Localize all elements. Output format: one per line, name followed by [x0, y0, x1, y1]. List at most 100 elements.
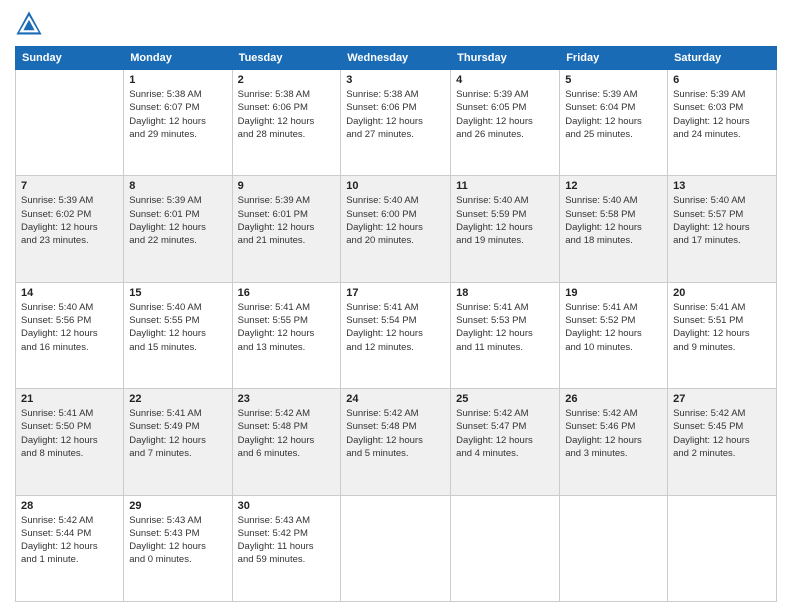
day-number: 6 [673, 74, 771, 86]
day-number: 13 [673, 180, 771, 192]
day-number: 21 [21, 393, 118, 405]
table-cell: 2 Sunrise: 5:38 AM Sunset: 6:06 PM Daylig… [232, 70, 341, 176]
day-info: Sunrise: 5:42 AM Sunset: 5:44 PM Dayligh… [21, 514, 118, 567]
day-number: 3 [346, 74, 445, 86]
day-info: Sunrise: 5:43 AM Sunset: 5:43 PM Dayligh… [129, 514, 226, 567]
day-number: 20 [673, 287, 771, 299]
day-info: Sunrise: 5:41 AM Sunset: 5:54 PM Dayligh… [346, 301, 445, 354]
day-number: 2 [238, 74, 336, 86]
day-info: Sunrise: 5:39 AM Sunset: 6:01 PM Dayligh… [238, 194, 336, 247]
day-info: Sunrise: 5:43 AM Sunset: 5:42 PM Dayligh… [238, 514, 336, 567]
day-info: Sunrise: 5:40 AM Sunset: 5:55 PM Dayligh… [129, 301, 226, 354]
table-cell [16, 70, 124, 176]
day-number: 16 [238, 287, 336, 299]
header-tuesday: Tuesday [232, 47, 341, 70]
day-info: Sunrise: 5:42 AM Sunset: 5:48 PM Dayligh… [238, 407, 336, 460]
table-cell: 29 Sunrise: 5:43 AM Sunset: 5:43 PM Dayli… [124, 495, 232, 601]
table-cell: 12 Sunrise: 5:40 AM Sunset: 5:58 PM Dayli… [560, 176, 668, 282]
day-number: 29 [129, 500, 226, 512]
day-number: 27 [673, 393, 771, 405]
day-number: 5 [565, 74, 662, 86]
day-number: 1 [129, 74, 226, 86]
day-info: Sunrise: 5:40 AM Sunset: 5:56 PM Dayligh… [21, 301, 118, 354]
table-cell: 5 Sunrise: 5:39 AM Sunset: 6:04 PM Daylig… [560, 70, 668, 176]
table-cell: 25 Sunrise: 5:42 AM Sunset: 5:47 PM Dayli… [451, 389, 560, 495]
day-number: 12 [565, 180, 662, 192]
day-info: Sunrise: 5:38 AM Sunset: 6:06 PM Dayligh… [238, 88, 336, 141]
day-info: Sunrise: 5:42 AM Sunset: 5:46 PM Dayligh… [565, 407, 662, 460]
day-number: 26 [565, 393, 662, 405]
table-cell: 3 Sunrise: 5:38 AM Sunset: 6:06 PM Daylig… [341, 70, 451, 176]
header-sunday: Sunday [16, 47, 124, 70]
day-info: Sunrise: 5:41 AM Sunset: 5:52 PM Dayligh… [565, 301, 662, 354]
calendar-table: SundayMondayTuesdayWednesdayThursdayFrid… [15, 46, 777, 602]
day-info: Sunrise: 5:38 AM Sunset: 6:06 PM Dayligh… [346, 88, 445, 141]
table-cell: 9 Sunrise: 5:39 AM Sunset: 6:01 PM Daylig… [232, 176, 341, 282]
day-info: Sunrise: 5:41 AM Sunset: 5:49 PM Dayligh… [129, 407, 226, 460]
table-cell: 24 Sunrise: 5:42 AM Sunset: 5:48 PM Dayli… [341, 389, 451, 495]
table-cell [560, 495, 668, 601]
table-cell: 1 Sunrise: 5:38 AM Sunset: 6:07 PM Daylig… [124, 70, 232, 176]
week-row-2: 7 Sunrise: 5:39 AM Sunset: 6:02 PM Daylig… [16, 176, 777, 282]
table-cell: 27 Sunrise: 5:42 AM Sunset: 5:45 PM Dayli… [668, 389, 777, 495]
header-thursday: Thursday [451, 47, 560, 70]
day-number: 4 [456, 74, 554, 86]
table-cell: 23 Sunrise: 5:42 AM Sunset: 5:48 PM Dayli… [232, 389, 341, 495]
week-row-5: 28 Sunrise: 5:42 AM Sunset: 5:44 PM Dayli… [16, 495, 777, 601]
table-cell: 8Sunrise: 5:39 AM Sunset: 6:01 PM Daylig… [124, 176, 232, 282]
table-cell: 15 Sunrise: 5:40 AM Sunset: 5:55 PM Dayli… [124, 282, 232, 388]
header-saturday: Saturday [668, 47, 777, 70]
day-number: 15 [129, 287, 226, 299]
day-number: 9 [238, 180, 336, 192]
day-info: Sunrise: 5:41 AM Sunset: 5:53 PM Dayligh… [456, 301, 554, 354]
week-row-3: 14 Sunrise: 5:40 AM Sunset: 5:56 PM Dayli… [16, 282, 777, 388]
day-info: Sunrise: 5:38 AM Sunset: 6:07 PM Dayligh… [129, 88, 226, 141]
day-number: 28 [21, 500, 118, 512]
logo [15, 10, 47, 38]
table-cell: 21Sunrise: 5:41 AM Sunset: 5:50 PM Dayli… [16, 389, 124, 495]
day-number: 19 [565, 287, 662, 299]
day-info: Sunrise: 5:42 AM Sunset: 5:47 PM Dayligh… [456, 407, 554, 460]
table-cell: 10Sunrise: 5:40 AM Sunset: 6:00 PM Dayli… [341, 176, 451, 282]
table-cell: 28 Sunrise: 5:42 AM Sunset: 5:44 PM Dayli… [16, 495, 124, 601]
day-info: Sunrise: 5:39 AM Sunset: 6:02 PM Dayligh… [21, 194, 118, 247]
table-cell: 11 Sunrise: 5:40 AM Sunset: 5:59 PM Dayli… [451, 176, 560, 282]
table-cell: 6 Sunrise: 5:39 AM Sunset: 6:03 PM Daylig… [668, 70, 777, 176]
header-friday: Friday [560, 47, 668, 70]
day-number: 23 [238, 393, 336, 405]
page: SundayMondayTuesdayWednesdayThursdayFrid… [0, 0, 792, 612]
day-number: 17 [346, 287, 445, 299]
week-row-1: 1 Sunrise: 5:38 AM Sunset: 6:07 PM Daylig… [16, 70, 777, 176]
day-info: Sunrise: 5:42 AM Sunset: 5:45 PM Dayligh… [673, 407, 771, 460]
day-info: Sunrise: 5:39 AM Sunset: 6:05 PM Dayligh… [456, 88, 554, 141]
day-info: Sunrise: 5:41 AM Sunset: 5:51 PM Dayligh… [673, 301, 771, 354]
table-cell: 18 Sunrise: 5:41 AM Sunset: 5:53 PM Dayli… [451, 282, 560, 388]
week-row-4: 21Sunrise: 5:41 AM Sunset: 5:50 PM Dayli… [16, 389, 777, 495]
table-cell [341, 495, 451, 601]
day-info: Sunrise: 5:40 AM Sunset: 5:57 PM Dayligh… [673, 194, 771, 247]
day-number: 24 [346, 393, 445, 405]
day-number: 18 [456, 287, 554, 299]
day-number: 7 [21, 180, 118, 192]
table-cell [668, 495, 777, 601]
weekday-header-row: SundayMondayTuesdayWednesdayThursdayFrid… [16, 47, 777, 70]
table-cell: 14 Sunrise: 5:40 AM Sunset: 5:56 PM Dayli… [16, 282, 124, 388]
day-number: 14 [21, 287, 118, 299]
day-number: 11 [456, 180, 554, 192]
day-info: Sunrise: 5:39 AM Sunset: 6:03 PM Dayligh… [673, 88, 771, 141]
table-cell: 26 Sunrise: 5:42 AM Sunset: 5:46 PM Dayli… [560, 389, 668, 495]
day-info: Sunrise: 5:39 AM Sunset: 6:04 PM Dayligh… [565, 88, 662, 141]
day-info: Sunrise: 5:40 AM Sunset: 6:00 PM Dayligh… [346, 194, 445, 247]
day-info: Sunrise: 5:40 AM Sunset: 5:59 PM Dayligh… [456, 194, 554, 247]
table-cell: 30Sunrise: 5:43 AM Sunset: 5:42 PM Dayli… [232, 495, 341, 601]
header-wednesday: Wednesday [341, 47, 451, 70]
day-info: Sunrise: 5:39 AM Sunset: 6:01 PM Dayligh… [129, 194, 226, 247]
day-info: Sunrise: 5:40 AM Sunset: 5:58 PM Dayligh… [565, 194, 662, 247]
table-cell: 17 Sunrise: 5:41 AM Sunset: 5:54 PM Dayli… [341, 282, 451, 388]
day-info: Sunrise: 5:42 AM Sunset: 5:48 PM Dayligh… [346, 407, 445, 460]
table-cell: 19 Sunrise: 5:41 AM Sunset: 5:52 PM Dayli… [560, 282, 668, 388]
table-cell: 7 Sunrise: 5:39 AM Sunset: 6:02 PM Daylig… [16, 176, 124, 282]
table-cell [451, 495, 560, 601]
table-cell: 22Sunrise: 5:41 AM Sunset: 5:49 PM Dayli… [124, 389, 232, 495]
day-number: 25 [456, 393, 554, 405]
